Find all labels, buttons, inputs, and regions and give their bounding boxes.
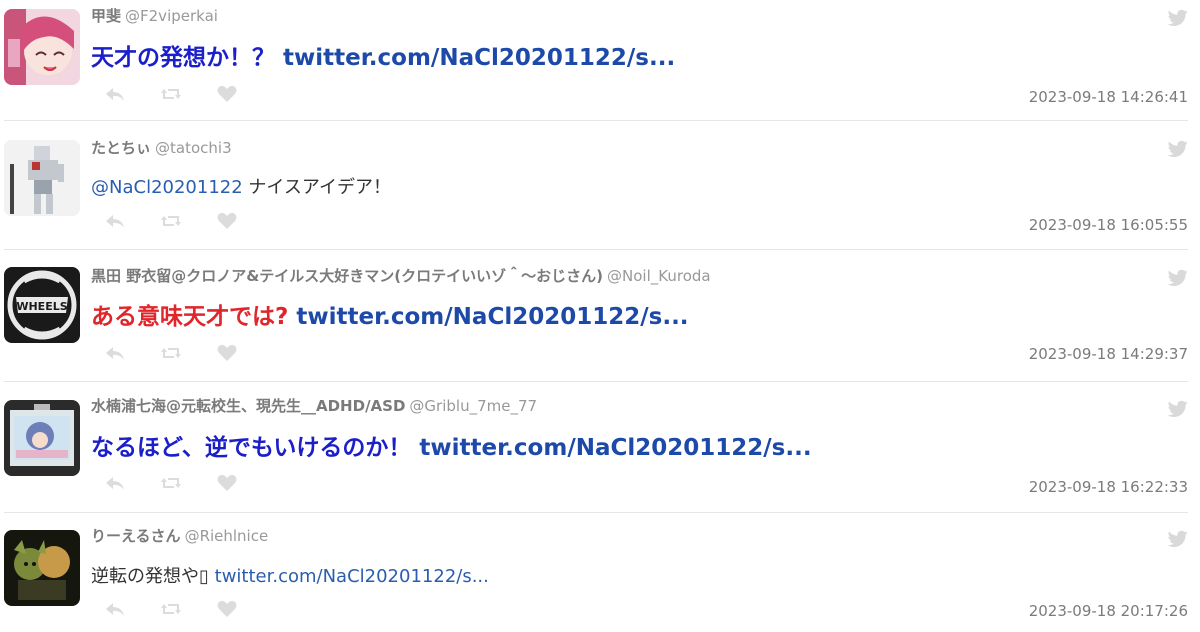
retweet-icon — [161, 216, 181, 226]
display-name[interactable]: りーえるさん — [91, 527, 181, 545]
reply-button[interactable] — [104, 343, 126, 363]
tweet-feed: 甲斐 @F2viperkai 天才の発想か！？ twitter.com/NaCl2… — [0, 0, 1200, 632]
display-name[interactable]: 甲斐 — [91, 7, 121, 25]
like-button[interactable] — [216, 473, 238, 493]
tweet-link[interactable]: twitter.com/NaCl20201122/s... — [296, 304, 688, 330]
tweet-text: ナイスアイデア！ — [248, 177, 391, 198]
display-name[interactable]: たとちぃ — [91, 139, 151, 157]
display-name[interactable]: 水楠浦七海@元転校生、現先生__ADHD/ASD — [91, 397, 405, 415]
divider — [4, 120, 1188, 121]
timestamp[interactable]: 2023-09-18 20:17:26 — [1029, 602, 1188, 620]
avatar[interactable]: WHEELS — [4, 267, 80, 343]
avatar[interactable] — [4, 140, 80, 216]
handle[interactable]: @Noil_Kuroda — [607, 267, 711, 285]
like-button[interactable] — [216, 84, 238, 104]
handle[interactable]: @F2viperkai — [125, 7, 218, 25]
timestamp[interactable]: 2023-09-18 16:22:33 — [1029, 478, 1188, 496]
avatar[interactable] — [4, 400, 80, 476]
tweet-link[interactable]: twitter.com/NaCl20201122/s... — [283, 45, 675, 71]
tweet-body: 天才の発想か！？ twitter.com/NaCl20201122/s... — [91, 42, 675, 74]
retweet-icon — [161, 348, 181, 358]
tweet-item: たとちぃ @tatochi3 @NaCl20201122 ナイスアイデア！ 202… — [0, 124, 1200, 248]
reply-button[interactable] — [104, 599, 126, 619]
timestamp[interactable]: 2023-09-18 16:05:55 — [1029, 216, 1188, 234]
retweet-button[interactable] — [160, 84, 182, 104]
heart-icon — [217, 474, 237, 491]
timestamp[interactable]: 2023-09-18 14:29:37 — [1029, 345, 1188, 363]
tweet-item: WHEELS 黒田 野衣留@クロノア&テイルス大好きマン(クロテイいいゾ＾～おじ… — [0, 253, 1200, 379]
tweet-item: 甲斐 @F2viperkai 天才の発想か！？ twitter.com/NaCl2… — [0, 0, 1200, 118]
retweet-button[interactable] — [160, 343, 182, 363]
tweet-header: たとちぃ @tatochi3 — [91, 138, 232, 158]
twitter-bird-icon[interactable] — [1168, 140, 1188, 158]
tweet-header: 水楠浦七海@元転校生、現先生__ADHD/ASD @Griblu_7me_77 — [91, 396, 537, 416]
tweet-item: りーえるさん @Riehlnice 逆転の発想や▯ twitter.com/NaC… — [0, 516, 1200, 632]
display-name[interactable]: 黒田 野衣留@クロノア&テイルス大好きマン(クロテイいいゾ＾～おじさん) — [91, 267, 603, 285]
heart-icon — [217, 85, 237, 102]
reply-icon — [106, 603, 124, 616]
twitter-bird-icon[interactable] — [1168, 400, 1188, 418]
reply-icon — [106, 215, 124, 228]
timestamp[interactable]: 2023-09-18 14:26:41 — [1029, 88, 1188, 106]
tweet-link[interactable]: twitter.com/NaCl20201122/s... — [215, 566, 489, 587]
retweet-icon — [161, 604, 181, 614]
heart-icon — [217, 600, 237, 617]
tweet-body: 逆転の発想や▯ twitter.com/NaCl20201122/s... — [91, 564, 489, 590]
divider — [4, 249, 1188, 250]
like-button[interactable] — [216, 211, 238, 231]
tweet-text: なるほど、逆でもいけるのか！ — [91, 435, 412, 461]
tweet-header: 甲斐 @F2viperkai — [91, 6, 218, 26]
handle[interactable]: @Griblu_7me_77 — [409, 397, 537, 415]
tweet-text: 天才の発想か！？ — [91, 45, 275, 71]
retweet-icon — [161, 89, 181, 99]
retweet-button[interactable] — [160, 599, 182, 619]
tweet-item: 水楠浦七海@元転校生、現先生__ADHD/ASD @Griblu_7me_77 な… — [0, 386, 1200, 510]
divider — [4, 512, 1188, 513]
tweet-body: ある意味天才では? twitter.com/NaCl20201122/s... — [91, 301, 689, 333]
handle[interactable]: @tatochi3 — [155, 139, 232, 157]
mention-link[interactable]: @NaCl20201122 — [91, 177, 243, 198]
like-button[interactable] — [216, 343, 238, 363]
avatar[interactable] — [4, 530, 80, 606]
tweet-link[interactable]: twitter.com/NaCl20201122/s... — [419, 435, 811, 461]
reply-button[interactable] — [104, 473, 126, 493]
retweet-button[interactable] — [160, 473, 182, 493]
reply-icon — [106, 347, 124, 360]
tweet-text: 逆転の発想や▯ — [91, 566, 209, 587]
twitter-bird-icon[interactable] — [1168, 530, 1188, 548]
tweet-header: りーえるさん @Riehlnice — [91, 526, 268, 546]
avatar[interactable] — [4, 9, 80, 85]
retweet-button[interactable] — [160, 211, 182, 231]
heart-icon — [217, 212, 237, 229]
reply-button[interactable] — [104, 84, 126, 104]
twitter-bird-icon[interactable] — [1168, 9, 1188, 27]
twitter-bird-icon[interactable] — [1168, 269, 1188, 287]
tweet-body: @NaCl20201122 ナイスアイデア！ — [91, 175, 391, 201]
tweet-header: 黒田 野衣留@クロノア&テイルス大好きマン(クロテイいいゾ＾～おじさん) @Noi… — [91, 266, 711, 286]
tweet-body: なるほど、逆でもいけるのか！ twitter.com/NaCl20201122/… — [91, 432, 812, 464]
tweet-text: ある意味天才では? — [91, 304, 289, 330]
handle[interactable]: @Riehlnice — [185, 527, 269, 545]
retweet-icon — [161, 478, 181, 488]
like-button[interactable] — [216, 599, 238, 619]
divider — [4, 381, 1188, 382]
svg-text:WHEELS: WHEELS — [16, 300, 67, 313]
reply-icon — [106, 477, 124, 490]
reply-icon — [106, 88, 124, 101]
reply-button[interactable] — [104, 211, 126, 231]
heart-icon — [217, 344, 237, 361]
